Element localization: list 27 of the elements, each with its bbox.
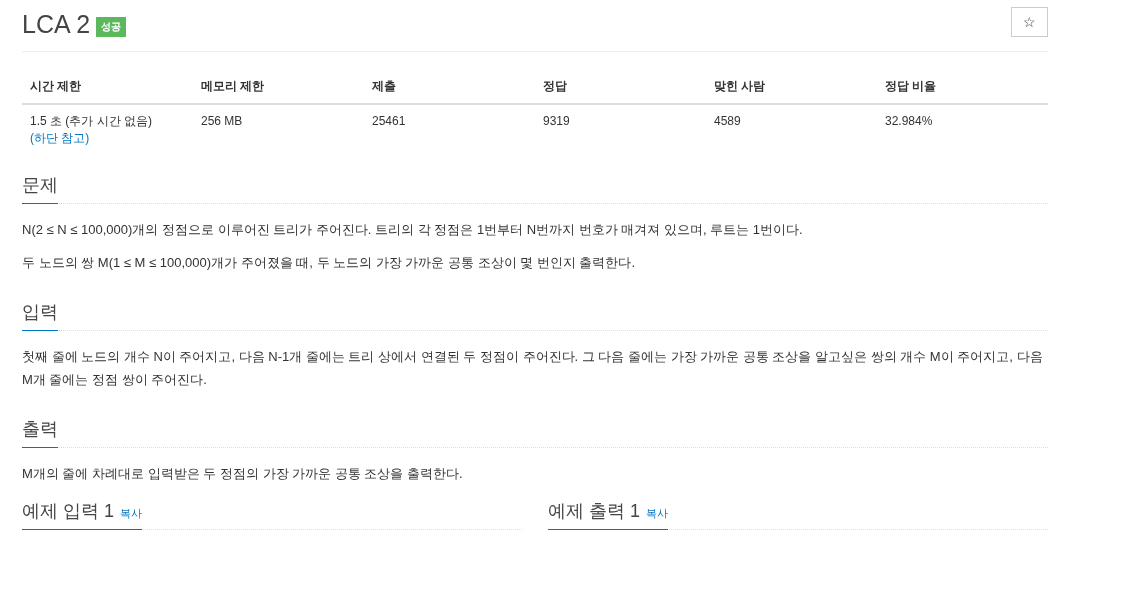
note-link[interactable]: (하단 참고) bbox=[30, 131, 90, 145]
section-heading: 문제 bbox=[22, 173, 58, 204]
table-cell: 1.5 초 (추가 시간 없음) (하단 참고) bbox=[22, 104, 193, 147]
column-header: 메모리 제한 bbox=[193, 78, 364, 104]
paragraph: M개의 줄에 차례대로 입력받은 두 정점의 가장 가까운 공통 조상을 출력한다. bbox=[22, 465, 464, 483]
copy-link[interactable]: 복사 bbox=[120, 507, 142, 519]
problem-title: LCA 2 bbox=[22, 10, 91, 39]
paragraph: 첫째 줄에 노드의 개수 N이 주어지고, 다음 N-1개 줄에는 트리 상에서 연결된 두 정점이 주어진다. 그 다음 줄에는 가장 가까운 공통 조상을 알고싶은 쌍의 개수 M이 주어지고, 다음 M개 줄에는 정점 쌍이 주어진다. bbox=[22, 348, 1044, 389]
status-badge: 성공 bbox=[96, 16, 127, 37]
section-heading: 입력 bbox=[22, 300, 58, 331]
section-heading: 예제 입력 1 bbox=[22, 501, 114, 521]
table-cell: 25461 bbox=[364, 104, 535, 147]
table-cell: 9319 bbox=[535, 104, 706, 147]
section-heading: 출력 bbox=[22, 417, 58, 448]
column-header: 제출 bbox=[364, 78, 535, 104]
column-header: 정답 bbox=[535, 78, 706, 104]
section-heading: 예제 출력 1 bbox=[548, 501, 640, 521]
column-header: 정답 비율 bbox=[877, 78, 1048, 104]
table-cell: 4589 bbox=[706, 104, 877, 147]
column-header: 맞힌 사람 bbox=[706, 78, 877, 104]
paragraph: 두 노드의 쌍 M(1 ≤ M ≤ 100,000)개가 주어졌을 때, 두 노드의 가장 가까운 공통 조상이 몇 번인지 출력한다. bbox=[22, 254, 637, 272]
table-cell: 256 MB bbox=[193, 104, 364, 147]
table-cell: 32.984% bbox=[877, 104, 1048, 147]
column-header: 시간 제한 bbox=[22, 78, 193, 104]
paragraph: N(2 ≤ N ≤ 100,000)개의 정점으로 이루어진 트리가 주어진다. 트리의 각 정점은 1번부터 N번까지 번호가 매겨져 있으며, 루트는 1번이다. bbox=[22, 221, 804, 239]
copy-link[interactable]: 복사 bbox=[646, 507, 668, 519]
star-button[interactable]: ☆ bbox=[1011, 7, 1048, 37]
